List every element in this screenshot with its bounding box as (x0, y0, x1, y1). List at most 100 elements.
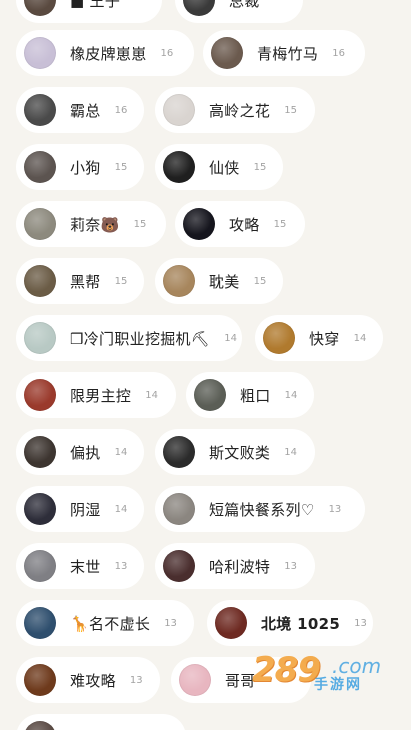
tag-chip[interactable]: 高岭之花 15 (155, 87, 315, 133)
tag-count: 14 (145, 389, 158, 401)
tag-count: 14 (224, 332, 237, 344)
tag-chip[interactable]: ■ 王子 (16, 0, 162, 23)
tag-name: 青梅竹马 (257, 44, 319, 63)
tag-avatar (24, 436, 56, 468)
tag-count: 13 (354, 617, 367, 629)
tag-name: 高岭之花 (209, 101, 271, 120)
tag-count: 15 (253, 161, 267, 173)
tag-name: 斯文败类 (209, 443, 271, 462)
tag-row: 偏执 14 斯文败类 14 (0, 429, 411, 475)
tag-avatar (24, 322, 56, 354)
watermark-cn: 手游网 (314, 677, 362, 693)
tag-name: 哈利波特 (209, 557, 271, 576)
tag-count: 15 (114, 161, 128, 173)
tag-chip[interactable]: 偏执 14 (16, 429, 144, 475)
site-watermark: 289 .com 手游网 (248, 650, 398, 694)
tag-count: 14 (353, 332, 367, 344)
tag-avatar (24, 151, 56, 183)
tag-row: 黑帮 15 耽美 15 (0, 258, 411, 304)
tag-count: 14 (114, 446, 128, 458)
tag-avatar (24, 94, 56, 126)
tag-chip[interactable]: 斯文败类 14 (155, 429, 315, 475)
tag-chip[interactable]: 🦒名不虚长 13 (16, 600, 194, 646)
tag-chip[interactable]: 仙侠 15 (155, 144, 283, 190)
tag-avatar (183, 0, 215, 16)
tag-name: 北境 1025 (261, 614, 341, 633)
tag-row: 霸总 16 高岭之花 15 (0, 87, 411, 133)
tag-chip[interactable]: 末世 13 (16, 543, 144, 589)
tag-count: 13 (164, 617, 177, 629)
tag-avatar (215, 607, 247, 639)
tag-count: 14 (284, 446, 297, 458)
tag-count: 15 (284, 104, 297, 116)
tag-row: 阴湿 14 短篇快餐系列♡ 13 (0, 486, 411, 532)
tag-avatar (163, 265, 195, 297)
tag-chip[interactable] (16, 714, 186, 730)
tag-name: 短篇快餐系列♡ (209, 500, 315, 519)
tag-chip[interactable]: 莉奈🐻 15 (16, 201, 166, 247)
tag-row: 小狗 15 仙侠 15 (0, 144, 411, 190)
tag-row: 橡皮牌崽崽 16 青梅竹马 16 (0, 30, 411, 76)
tag-count: 15 (114, 275, 128, 287)
tag-chip[interactable]: 哈利波特 13 (155, 543, 315, 589)
tag-name: 橡皮牌崽崽 (70, 44, 147, 63)
tag-name: 攻略 (229, 215, 260, 234)
tag-count: 15 (273, 218, 287, 230)
tag-name: 阴湿 (70, 500, 101, 519)
tag-name: 黑帮 (70, 272, 101, 291)
tag-avatar (263, 322, 295, 354)
tag-name: ■ 王子 (70, 0, 121, 10)
tag-chip[interactable]: 短篇快餐系列♡ 13 (155, 486, 365, 532)
tag-chip[interactable]: 总裁 (175, 0, 303, 23)
tag-name: 小狗 (70, 158, 101, 177)
tag-row: 🦒名不虚长 13 北境 1025 13 (0, 600, 411, 646)
tag-avatar (24, 379, 56, 411)
tag-avatar (24, 721, 56, 730)
tag-name: 限男主控 (70, 386, 132, 405)
tag-name: 末世 (70, 557, 101, 576)
tag-avatar (163, 436, 195, 468)
tag-chip[interactable]: 霸总 16 (16, 87, 144, 133)
tag-avatar (194, 379, 226, 411)
tag-row: 末世 13 哈利波特 13 (0, 543, 411, 589)
tag-chip[interactable]: 攻略 15 (175, 201, 305, 247)
tag-name: 仙侠 (209, 158, 240, 177)
tag-chip[interactable]: 耽美 15 (155, 258, 283, 304)
tag-chip[interactable]: 粗口 14 (186, 372, 314, 418)
tag-row: 莉奈🐻 15 攻略 15 (0, 201, 411, 247)
tag-name: 霸总 (70, 101, 101, 120)
tag-count: 16 (332, 47, 345, 59)
tag-avatar (24, 607, 56, 639)
tag-name: 快穿 (309, 329, 340, 348)
tag-avatar (163, 493, 195, 525)
tag-name: 总裁 (229, 0, 260, 10)
tag-chip[interactable]: 橡皮牌崽崽 16 (16, 30, 194, 76)
tag-name: 耽美 (209, 272, 240, 291)
tag-chip[interactable]: 难攻略 13 (16, 657, 160, 703)
tag-name: 莉奈🐻 (70, 215, 120, 234)
tag-avatar (163, 151, 195, 183)
tag-avatar (179, 664, 211, 696)
tag-name: 粗口 (240, 386, 271, 405)
tag-chip[interactable]: 小狗 15 (16, 144, 144, 190)
tag-chip[interactable]: 阴湿 14 (16, 486, 144, 532)
tag-avatar (24, 664, 56, 696)
tag-count: 13 (114, 560, 128, 572)
tag-count: 13 (129, 674, 143, 686)
tag-count: 15 (253, 275, 267, 287)
tag-chip[interactable]: 黑帮 15 (16, 258, 144, 304)
tag-chip[interactable]: 快穿 14 (255, 315, 383, 361)
tag-chip[interactable]: 北境 1025 13 (207, 600, 373, 646)
tag-avatar (24, 265, 56, 297)
tag-row: ❒冷门职业挖掘机⛏ 14 快穿 14 (0, 315, 411, 361)
tag-row: ■ 王子 总裁 (0, 0, 411, 23)
tag-count: 13 (328, 503, 342, 515)
tag-avatar (163, 550, 195, 582)
tag-chip[interactable]: ❒冷门职业挖掘机⛏ 14 (16, 315, 242, 361)
tag-count: 16 (160, 47, 174, 59)
tag-avatar (24, 208, 56, 240)
tag-chip[interactable]: 青梅竹马 16 (203, 30, 365, 76)
tag-chip[interactable]: 限男主控 14 (16, 372, 176, 418)
tag-avatar (211, 37, 243, 69)
tag-avatar (24, 37, 56, 69)
